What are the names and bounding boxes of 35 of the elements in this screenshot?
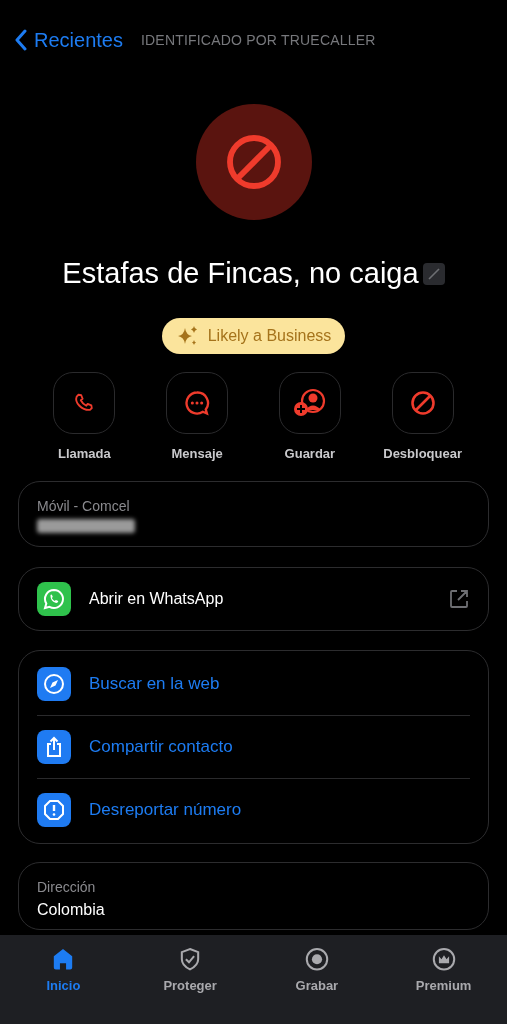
action-link[interactable]: Compartir contacto bbox=[19, 716, 488, 778]
action-label: Llamada bbox=[58, 444, 111, 463]
action-link[interactable]: Desreportar número bbox=[19, 779, 488, 841]
warning-octagon-icon bbox=[42, 798, 66, 822]
tab[interactable]: Grabar bbox=[253, 947, 381, 995]
header-subtitle: IDENTIFICADO POR TRUECALLER bbox=[140, 30, 376, 50]
tab[interactable]: Proteger bbox=[126, 947, 254, 995]
contact-name: Estafas de Fincas, no caiga bbox=[62, 256, 419, 291]
tab[interactable]: Inicio bbox=[0, 947, 127, 995]
address-label: Dirección bbox=[37, 878, 97, 897]
crown-icon bbox=[430, 947, 457, 972]
tab[interactable]: Premium bbox=[380, 947, 507, 995]
action-button[interactable] bbox=[53, 371, 116, 434]
phone-type-label: Móvil - Comcel bbox=[37, 497, 131, 516]
business-badge[interactable]: Likely a Business bbox=[161, 317, 346, 354]
edit-icon[interactable] bbox=[422, 262, 445, 285]
phone-icon bbox=[73, 391, 96, 414]
action-button[interactable] bbox=[166, 371, 229, 434]
action-label: Desbloquear bbox=[383, 444, 462, 463]
block-icon bbox=[408, 388, 437, 417]
back-button[interactable]: Recientes bbox=[14, 25, 123, 55]
action-button[interactable] bbox=[278, 371, 341, 434]
action-label: Guardar bbox=[284, 444, 336, 463]
action-button[interactable] bbox=[391, 371, 454, 434]
whatsapp-icon bbox=[42, 587, 66, 611]
whatsapp-row[interactable]: Abrir en WhatsApp bbox=[19, 568, 488, 630]
record-icon bbox=[303, 947, 330, 972]
external-link-icon bbox=[448, 588, 470, 610]
message-icon bbox=[183, 388, 212, 417]
add-contact-icon bbox=[292, 387, 327, 418]
action-link[interactable]: Buscar en la web bbox=[19, 653, 488, 715]
action-label: Mensaje bbox=[171, 444, 223, 463]
compass-icon bbox=[42, 672, 66, 696]
address-value: Colombia bbox=[37, 900, 106, 920]
back-chevron-icon bbox=[14, 29, 28, 51]
